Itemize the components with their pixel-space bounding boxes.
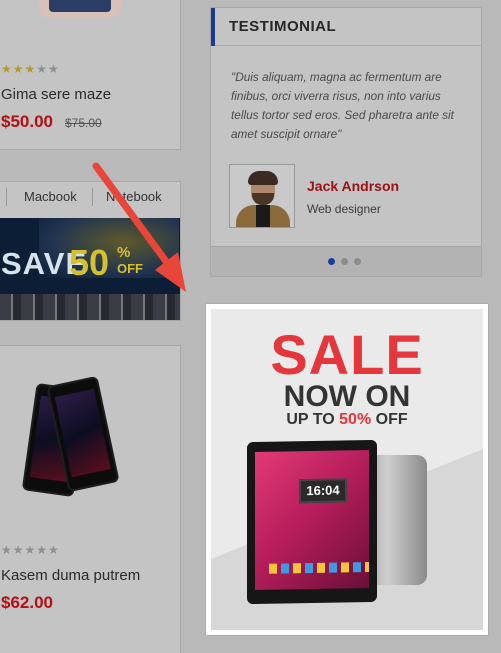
sale-ad-banner[interactable]: SALE NOW ON UP TO 50% OFF 16:04 [206, 304, 488, 635]
tab-notebook[interactable]: Notebook [106, 182, 162, 212]
testimonial-widget: TESTIMONIAL "Duis aliquam, magna ac ferm… [210, 7, 482, 277]
devices-strip [0, 294, 180, 320]
category-tabs-card: Macbook Notebook SAVE 50 % OFF [0, 181, 181, 321]
testimonial-author[interactable]: Jack Andrson [307, 178, 399, 194]
banner-off-text: OFF [117, 261, 143, 276]
testimonial-title: TESTIMONIAL [229, 18, 337, 35]
carousel-pagination [211, 246, 481, 276]
product-price: $50.00 [1, 112, 53, 131]
carousel-dot-3[interactable] [354, 258, 361, 265]
testimonial-header: TESTIMONIAL [211, 8, 481, 46]
testimonial-quote: "Duis aliquam, magna ac fermentum are fi… [231, 70, 454, 141]
carousel-dot-1[interactable] [328, 258, 335, 265]
testimonial-role: Web designer [307, 202, 381, 216]
star-rating: ★★★★★ [1, 62, 60, 76]
banner-percent-sign: % [117, 244, 131, 261]
product-name[interactable]: Kasem duma putrem [1, 567, 140, 584]
star-rating: ★★★★★ [1, 543, 60, 557]
sale-discount-line: UP TO 50% OFF [286, 411, 408, 428]
sale-headline: SALE [270, 323, 424, 386]
product-card[interactable]: ★★★★★ Gima sere maze $50.00 $75.00 [0, 0, 181, 150]
tablet-image: 16:04 [247, 439, 377, 605]
banner-percent: 50 [69, 242, 110, 283]
product-old-price: $75.00 [65, 116, 102, 130]
tab-macbook[interactable]: Macbook [24, 182, 77, 212]
sale-subheadline: NOW ON [283, 380, 411, 413]
avatar [229, 164, 295, 228]
tablet-clock: 16:04 [299, 478, 347, 504]
product-image[interactable] [39, 0, 121, 18]
promo-banner[interactable]: SAVE 50 % OFF [0, 218, 180, 320]
product-name[interactable]: Gima sere maze [1, 86, 111, 103]
carousel-dot-2[interactable] [341, 258, 348, 265]
product-price: $62.00 [1, 593, 53, 612]
product-card[interactable]: ★★★★★ Kasem duma putrem $62.00 [0, 345, 181, 653]
